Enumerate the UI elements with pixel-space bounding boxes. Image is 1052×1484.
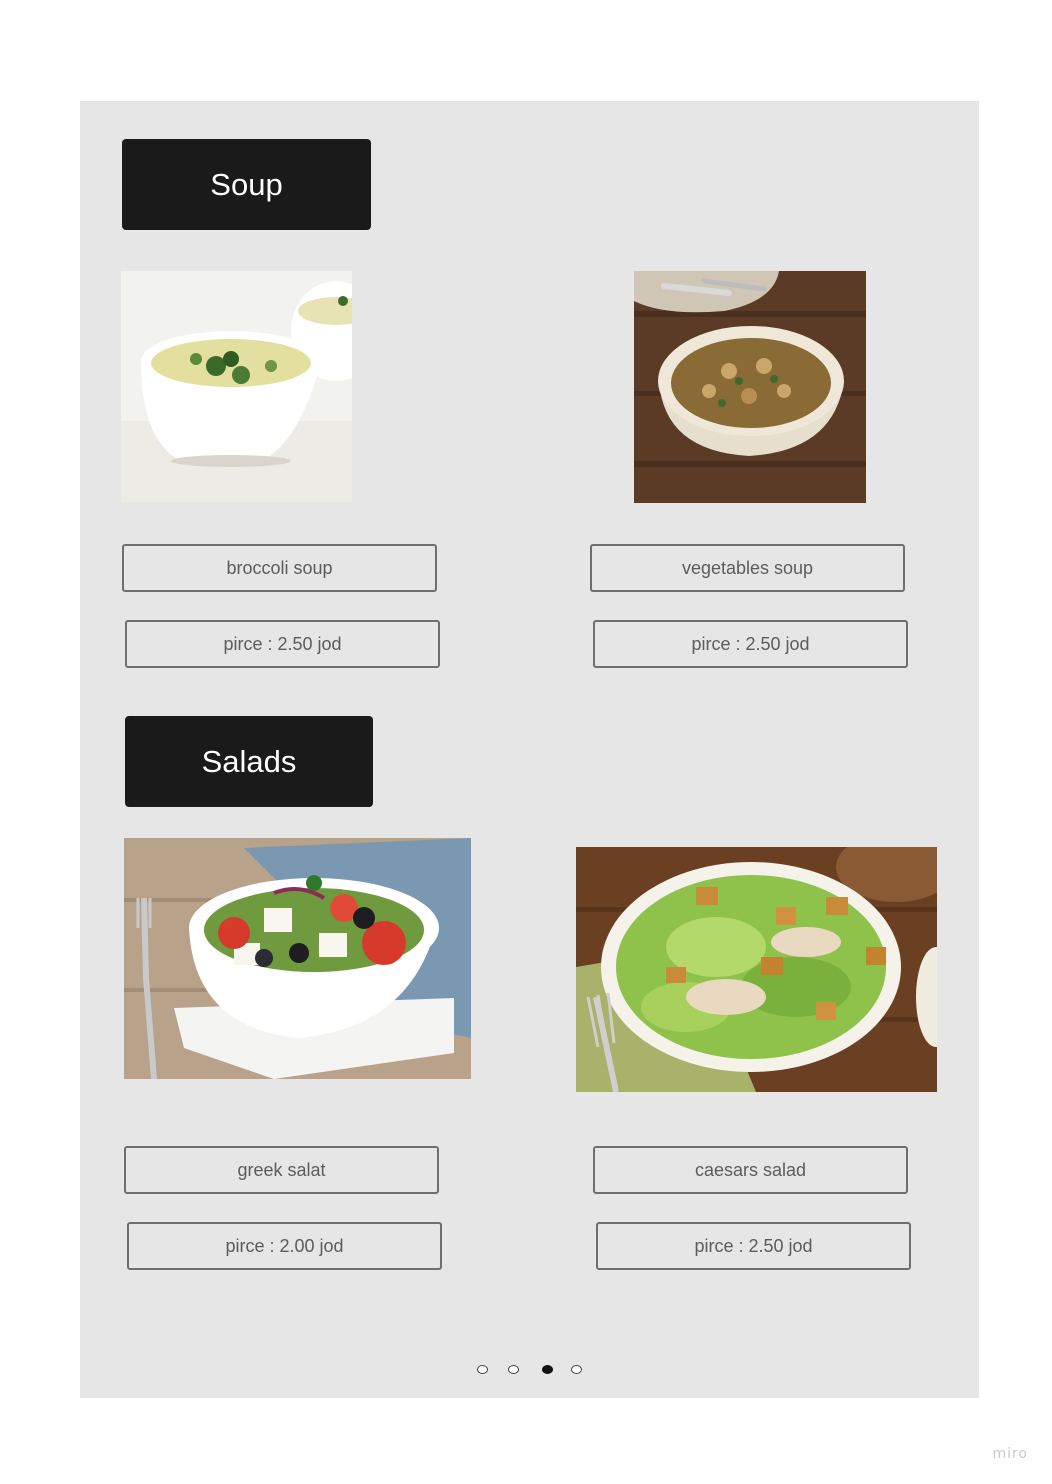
item-price-vegetables-soup[interactable]: pirce : 2.50 jod	[593, 620, 908, 668]
vegetables-soup-photo	[634, 271, 866, 503]
item-price-broccoli-soup[interactable]: pirce : 2.50 jod	[125, 620, 440, 668]
miro-watermark: miro	[992, 1446, 1028, 1462]
page-dot-2[interactable]	[508, 1365, 519, 1374]
item-price-caesars-salad[interactable]: pirce : 2.50 jod	[596, 1222, 911, 1270]
pagination-dots	[0, 1363, 1052, 1377]
item-price-greek-salad[interactable]: pirce : 2.00 jod	[127, 1222, 442, 1270]
page-dot-3[interactable]	[542, 1365, 553, 1374]
section-header-soup: Soup	[122, 139, 371, 230]
item-name-vegetables-soup[interactable]: vegetables soup	[590, 544, 905, 592]
item-name-broccoli-soup[interactable]: broccoli soup	[122, 544, 437, 592]
section-header-salads: Salads	[125, 716, 373, 807]
page-dot-4[interactable]	[571, 1365, 582, 1374]
item-name-greek-salad[interactable]: greek salat	[124, 1146, 439, 1194]
broccoli-soup-photo	[121, 271, 352, 502]
greek-salad-photo	[124, 838, 471, 1079]
caesar-salad-photo	[576, 847, 937, 1092]
item-name-caesars-salad[interactable]: caesars salad	[593, 1146, 908, 1194]
page-dot-1[interactable]	[477, 1365, 488, 1374]
